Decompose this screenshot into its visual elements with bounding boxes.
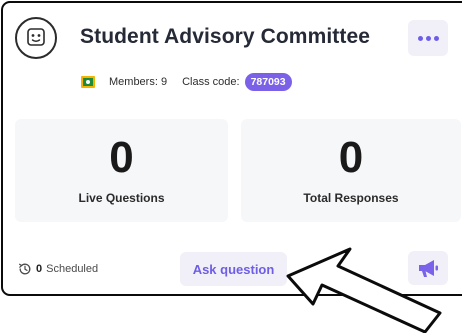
- class-code-label: Class code:: [182, 76, 240, 88]
- total-responses-label: Total Responses: [303, 191, 399, 205]
- announcement-button[interactable]: [408, 251, 448, 285]
- scheduled-link[interactable]: 0 Scheduled: [18, 261, 98, 277]
- history-clock-icon: [18, 262, 32, 276]
- ask-question-button[interactable]: Ask question: [180, 252, 287, 286]
- total-responses-count: 0: [338, 133, 364, 182]
- live-questions-count: 0: [109, 133, 134, 182]
- scheduled-count: 0: [36, 263, 43, 275]
- more-options-button[interactable]: [408, 20, 448, 56]
- live-questions-stat: 0 Live Questions: [15, 119, 228, 222]
- page: Student Advisory Committee Members: 9 Cl…: [0, 0, 462, 333]
- live-questions-label: Live Questions: [78, 191, 165, 205]
- google-classroom-icon: [81, 76, 95, 88]
- class-title: Student Advisory Committee: [80, 25, 371, 48]
- scheduled-label: Scheduled: [46, 263, 99, 275]
- class-meta-row: Members: 9 Class code: 787093: [81, 72, 292, 92]
- class-code-badge[interactable]: 787093: [244, 73, 292, 91]
- robot-face-icon: [15, 17, 57, 59]
- megaphone-icon: [416, 257, 440, 279]
- total-responses-stat: 0 Total Responses: [241, 119, 461, 222]
- members-count: Members: 9: [109, 76, 168, 88]
- class-card: Student Advisory Committee Members: 9 Cl…: [1, 1, 462, 296]
- more-horizontal-icon: [416, 35, 440, 41]
